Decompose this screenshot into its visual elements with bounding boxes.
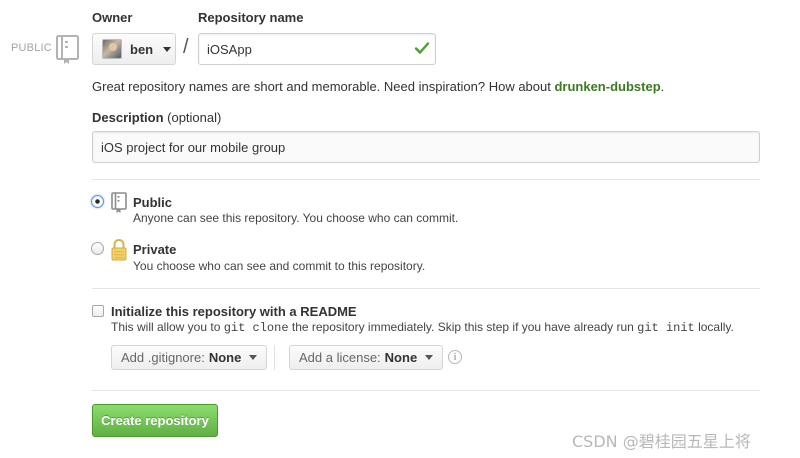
repo-book-icon: [111, 192, 127, 213]
lock-icon: [111, 239, 127, 261]
license-select[interactable]: Add a license: None: [289, 345, 444, 370]
description-input[interactable]: [92, 131, 760, 163]
divider: [274, 345, 275, 370]
gitignore-select[interactable]: Add .gitignore: None: [111, 345, 268, 370]
private-option-title: Private: [133, 242, 177, 257]
owner-repo-separator: /: [183, 36, 189, 58]
chevron-down-icon: [425, 355, 434, 360]
divider: [92, 179, 760, 180]
chevron-down-icon: [249, 355, 258, 360]
private-radio[interactable]: [91, 242, 104, 255]
description-label: Description (optional): [92, 110, 221, 125]
chevron-down-icon: [163, 46, 172, 52]
owner-select[interactable]: ben: [92, 33, 176, 65]
private-option-subtitle: You choose who can see and commit to thi…: [133, 259, 426, 273]
license-value: None: [384, 350, 418, 365]
public-radio[interactable]: [91, 195, 104, 208]
license-label: Add a license:: [299, 350, 381, 365]
code-git-init: git init: [637, 321, 695, 335]
repo-name-hint: Great repository names are short and mem…: [92, 79, 664, 94]
readme-desc-part: locally.: [694, 320, 734, 334]
readme-title: Initialize this repository with a README: [111, 304, 357, 319]
info-icon[interactable]: i: [448, 350, 462, 364]
watermark: CSDN @碧桂园五星上将: [572, 432, 751, 451]
gitignore-label: Add .gitignore:: [121, 350, 205, 365]
divider: [92, 390, 760, 391]
avatar: [102, 39, 122, 59]
readme-desc-part: the repository immediately. Skip this st…: [288, 320, 638, 334]
hint-end: .: [660, 79, 665, 94]
optional-note: (optional): [167, 110, 222, 125]
repo-book-icon: [56, 35, 79, 64]
readme-checkbox[interactable]: [92, 305, 104, 317]
readme-desc-part: This will allow you to: [111, 320, 224, 334]
readme-description: This will allow you to git clone the rep…: [111, 320, 734, 335]
divider: [92, 288, 760, 289]
description-label-text: Description: [92, 110, 164, 125]
create-repository-button[interactable]: Create repository: [92, 404, 218, 437]
public-option-title: Public: [133, 195, 173, 210]
owner-name: ben: [130, 41, 154, 57]
check-icon: [414, 42, 430, 54]
hint-text: Great repository names are short and mem…: [92, 79, 555, 94]
gitignore-value: None: [208, 350, 242, 365]
repo-name-label: Repository name: [198, 10, 304, 25]
visibility-tag: PUBLIC: [11, 42, 52, 54]
repo-name-input[interactable]: [198, 33, 436, 65]
code-git-clone: git clone: [223, 321, 289, 335]
owner-label: Owner: [92, 10, 133, 25]
public-option-subtitle: Anyone can see this repository. You choo…: [133, 211, 459, 225]
name-suggestion-link[interactable]: drunken-dubstep: [554, 79, 660, 94]
